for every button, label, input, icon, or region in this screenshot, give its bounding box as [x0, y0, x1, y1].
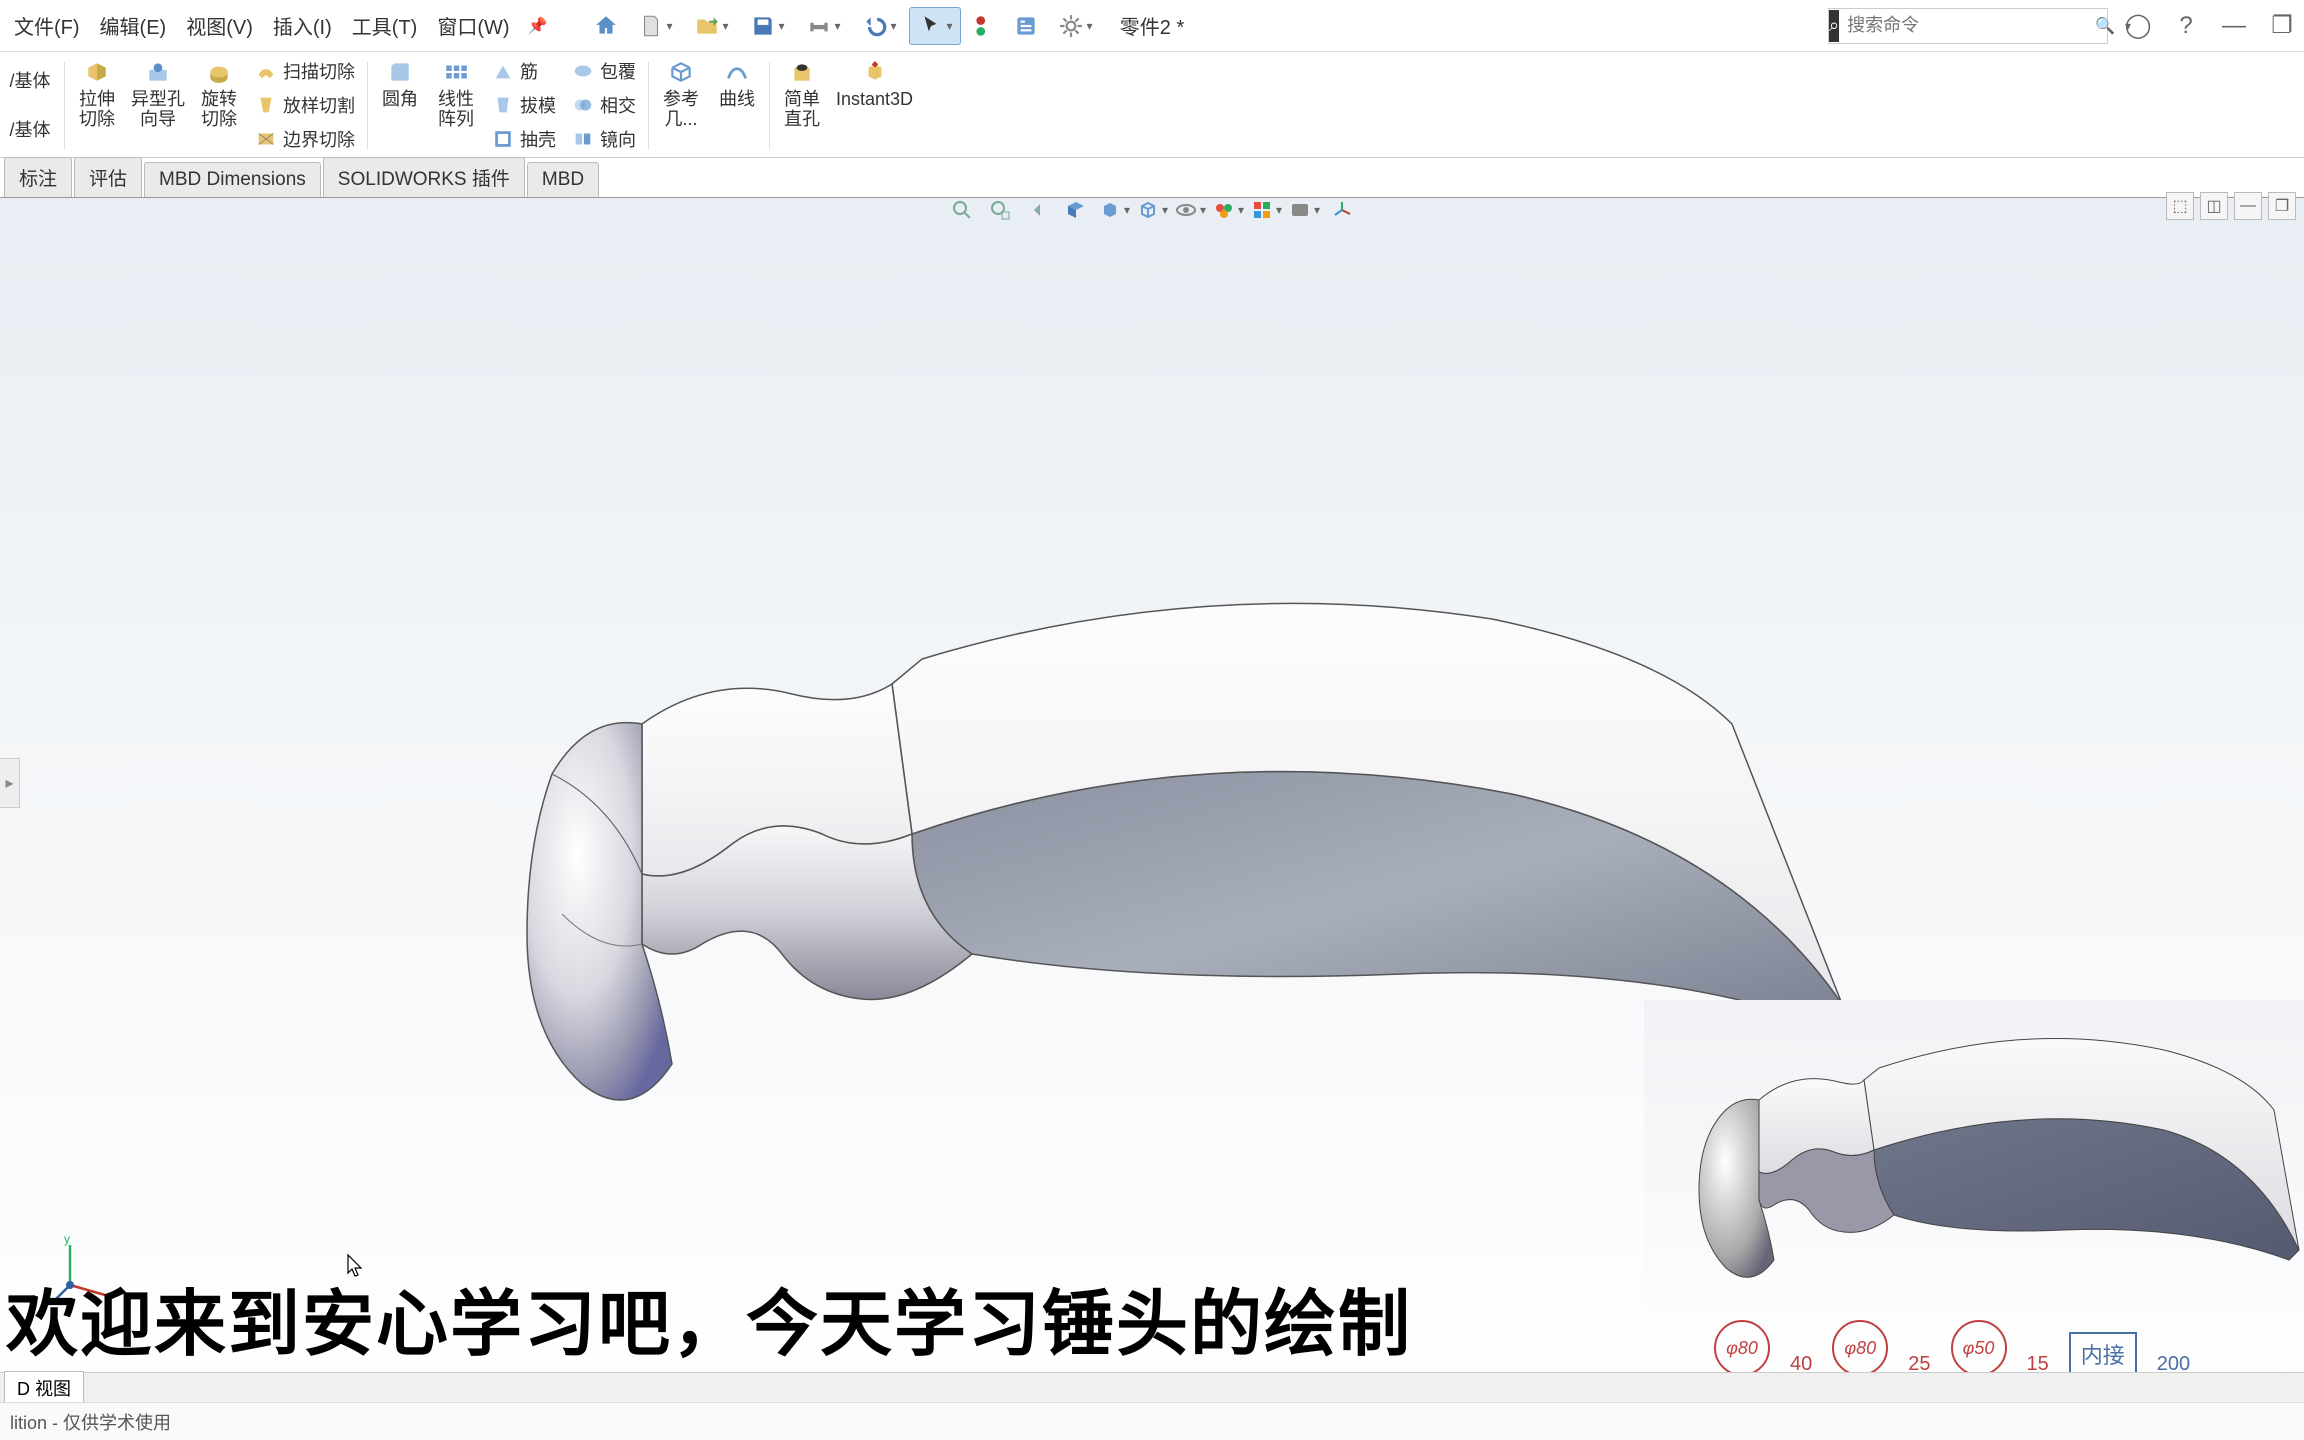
linear-pattern-button[interactable]: 线性 阵列: [428, 54, 484, 157]
annotation-circle-2: φ80: [1832, 1320, 1888, 1376]
menu-view[interactable]: 视图(V): [176, 7, 263, 44]
menu-edit[interactable]: 编辑(E): [90, 7, 177, 44]
render-icon[interactable]: ▾: [1286, 192, 1322, 228]
tab-evaluate[interactable]: 评估: [74, 157, 142, 197]
bottom-tab-row: D 视图: [0, 1372, 2304, 1402]
zoom-fit-icon[interactable]: [944, 192, 980, 228]
boss-base-button-2[interactable]: /基体: [2, 106, 58, 156]
viewport[interactable]: ▾ ▾ ▾ ▾ ▾ ▾ ⬚ ◫ — ❐ ▸: [0, 198, 2304, 1440]
viewport-tile-icon[interactable]: ◫: [2200, 192, 2228, 220]
tab-annotate[interactable]: 标注: [4, 157, 72, 197]
menu-bar: 文件(F) 编辑(E) 视图(V) 插入(I) 工具(T) 窗口(W) 📌 ▾ …: [0, 0, 2304, 52]
search-magnify-icon[interactable]: 🔍: [2087, 16, 2123, 36]
sweep-cut-button[interactable]: 扫描切除: [247, 54, 363, 88]
appearance-icon[interactable]: ▾: [1210, 192, 1246, 228]
search-box[interactable]: ⌕ 🔍 ▾: [1828, 8, 2108, 44]
simple-hole-button[interactable]: 简单 直孔: [774, 54, 830, 157]
viewport-minimize-icon[interactable]: —: [2234, 192, 2262, 220]
zoom-area-icon[interactable]: [982, 192, 1018, 228]
tab-mbd[interactable]: MBD: [527, 162, 599, 197]
save-button[interactable]: ▾: [741, 7, 793, 45]
print-button[interactable]: ▾: [797, 7, 849, 45]
display-style-icon[interactable]: ▾: [1134, 192, 1170, 228]
restore-icon[interactable]: ❐: [2264, 8, 2300, 44]
menu-insert[interactable]: 插入(I): [263, 7, 342, 44]
scene-icon[interactable]: ▾: [1248, 192, 1284, 228]
ref-geom-button[interactable]: 参考 几...: [653, 54, 709, 157]
revolve-cut-button[interactable]: 旋转 切除: [191, 54, 247, 157]
instant3d-button[interactable]: Instant3D: [830, 54, 919, 157]
menu-file[interactable]: 文件(F): [4, 7, 90, 44]
annotation-row: φ80 40 φ80 25 φ50 15 内接 200: [1714, 1320, 2190, 1376]
hide-show-icon[interactable]: ▾: [1172, 192, 1208, 228]
previous-view-icon[interactable]: [1020, 192, 1056, 228]
intersect-button[interactable]: 相交: [564, 88, 644, 122]
quick-access-toolbar: ▾ ▾ ▾ ▾ ▾ ▾ ▾: [587, 7, 1101, 45]
status-text: lition - 仅供学术使用: [10, 1409, 171, 1435]
options-button[interactable]: [1007, 7, 1045, 45]
boundary-cut-button[interactable]: 边界切除: [247, 122, 363, 156]
viewport-corner-buttons: ⬚ ◫ — ❐: [2166, 192, 2296, 220]
home-button[interactable]: [587, 7, 625, 45]
search-prefix-icon: ⌕: [1829, 10, 1839, 42]
view-orientation-icon[interactable]: ▾: [1096, 192, 1132, 228]
fillet-button[interactable]: 圆角: [372, 54, 428, 157]
wrap-button[interactable]: 包覆: [564, 54, 644, 88]
shell-button[interactable]: 抽壳: [484, 122, 564, 156]
view-toolbar: ▾ ▾ ▾ ▾ ▾ ▾: [940, 188, 1364, 232]
user-icon[interactable]: ◯: [2120, 8, 2156, 44]
settings-button[interactable]: ▾: [1049, 7, 1101, 45]
right-toolbar: ⌕ 🔍 ▾ ◯ ? — ❐: [1828, 8, 2300, 44]
rebuild-button[interactable]: [965, 7, 1003, 45]
curves-button[interactable]: 曲线: [709, 54, 765, 157]
help-icon[interactable]: ?: [2168, 8, 2204, 44]
ribbon: /基体 /基体 拉伸 切除 异型孔 向导 旋转 切除 扫描切除 放样切割 边界切…: [0, 52, 2304, 158]
open-button[interactable]: ▾: [685, 7, 737, 45]
hole-wizard-button[interactable]: 异型孔 向导: [125, 54, 191, 157]
new-button[interactable]: ▾: [629, 7, 681, 45]
mini-preview: φ80 40 φ80 25 φ50 15 内接 200: [1644, 1000, 2304, 1380]
mirror-button[interactable]: 镜向: [564, 122, 644, 156]
select-button[interactable]: ▾: [909, 7, 961, 45]
viewport-expand-icon[interactable]: ⬚: [2166, 192, 2194, 220]
boss-base-button[interactable]: /基体: [2, 56, 58, 106]
minimize-icon[interactable]: —: [2216, 8, 2252, 44]
loft-cut-button[interactable]: 放样切割: [247, 88, 363, 122]
document-title: 零件2 *: [1120, 11, 1184, 40]
search-input[interactable]: [1839, 15, 2087, 36]
caption-text: 欢迎来到安心学习吧，今天学习锤头的绘制: [6, 1265, 1412, 1370]
annotation-circle-1: φ80: [1714, 1320, 1770, 1376]
rib-button[interactable]: 筋: [484, 54, 564, 88]
viewport-maximize-icon[interactable]: ❐: [2268, 192, 2296, 220]
pin-icon[interactable]: 📌: [528, 16, 548, 36]
undo-button[interactable]: ▾: [853, 7, 905, 45]
section-view-icon[interactable]: [1058, 192, 1094, 228]
annotation-box: 内接: [2069, 1332, 2137, 1376]
triad-toggle-icon[interactable]: [1324, 192, 1360, 228]
status-bar: lition - 仅供学术使用: [0, 1402, 2304, 1440]
annotation-circle-3: φ50: [1951, 1320, 2007, 1376]
menu-tools[interactable]: 工具(T): [342, 7, 428, 44]
menu-window[interactable]: 窗口(W): [427, 7, 519, 44]
draft-button[interactable]: 拔模: [484, 88, 564, 122]
tab-mbd-dimensions[interactable]: MBD Dimensions: [144, 162, 321, 197]
tab-solidworks-addins[interactable]: SOLIDWORKS 插件: [323, 157, 525, 197]
svg-text:y: y: [64, 1235, 70, 1246]
extrude-cut-button[interactable]: 拉伸 切除: [69, 54, 125, 157]
bottom-tab-3dview[interactable]: D 视图: [4, 1371, 84, 1405]
